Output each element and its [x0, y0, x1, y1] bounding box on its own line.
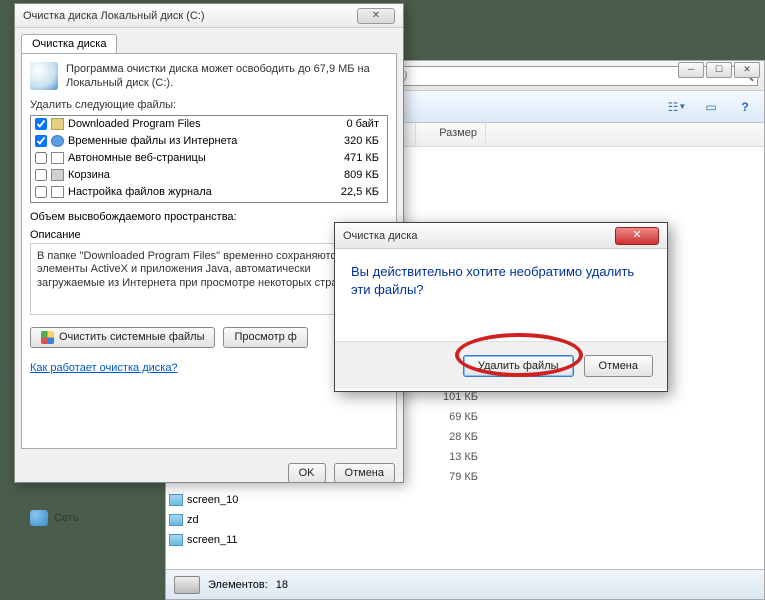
view-files-button[interactable]: Просмотр ф: [223, 327, 307, 348]
list-item[interactable]: screen_11: [165, 530, 238, 550]
cleanup-item[interactable]: Временные файлы из Интернета320 КБ: [31, 133, 387, 150]
tab-cleanup[interactable]: Очистка диска: [21, 34, 117, 53]
cleanup-checkbox[interactable]: [35, 118, 47, 130]
clean-system-files-button[interactable]: Очистить системные файлы: [30, 327, 215, 348]
file-type-icon: [51, 186, 64, 198]
image-file-icon: [169, 494, 183, 506]
confirm-title: Очистка диска: [343, 230, 615, 242]
close-icon[interactable]: ✕: [357, 8, 395, 24]
cleanup-file-list[interactable]: Downloaded Program Files0 байтВременные …: [30, 115, 388, 203]
image-file-icon: [169, 534, 183, 546]
list-item[interactable]: screen_10: [165, 490, 238, 510]
cleanup-item[interactable]: Автономные веб-страницы471 КБ: [31, 150, 387, 167]
shield-icon: [41, 331, 54, 344]
disk-cleanup-icon: [30, 62, 58, 90]
how-cleanup-works-link[interactable]: Как работает очистка диска?: [30, 362, 178, 374]
preview-pane-icon[interactable]: ▭: [700, 97, 722, 117]
file-type-icon: [51, 152, 64, 164]
view-options-icon[interactable]: ☷ ▼: [666, 97, 688, 117]
cleanup-checkbox[interactable]: [35, 152, 47, 164]
file-type-icon: [51, 118, 64, 130]
file-type-icon: [51, 169, 64, 181]
status-label: Элементов:: [208, 579, 268, 591]
cleanup-item[interactable]: Корзина809 КБ: [31, 167, 387, 184]
network-icon: [30, 510, 48, 526]
minimize-button[interactable]: ─: [678, 62, 704, 78]
intro-text: Программа очистки диска может освободить…: [66, 62, 388, 91]
maximize-button[interactable]: ☐: [706, 62, 732, 78]
list-item[interactable]: zd: [165, 510, 238, 530]
ok-button[interactable]: OK: [288, 463, 326, 483]
delete-files-label: Удалить следующие файлы:: [30, 99, 388, 111]
help-icon[interactable]: ?: [734, 97, 756, 117]
confirm-close-button[interactable]: ✕: [615, 227, 659, 245]
status-count: 18: [276, 579, 288, 591]
dialog-title: Очистка диска Локальный диск (C:): [23, 10, 357, 22]
file-type-icon: [51, 135, 64, 147]
cancel-button[interactable]: Отмена: [334, 463, 395, 483]
delete-files-button[interactable]: Удалить файлы: [463, 355, 574, 377]
column-header-size[interactable]: Размер: [416, 123, 486, 146]
cleanup-item[interactable]: Настройка файлов журнала22,5 КБ: [31, 184, 387, 201]
close-button[interactable]: ✕: [734, 62, 760, 78]
confirm-cancel-button[interactable]: Отмена: [584, 355, 653, 377]
confirm-dialog: Очистка диска ✕ Вы действительно хотите …: [334, 222, 668, 392]
drive-icon: [174, 576, 200, 594]
cleanup-checkbox[interactable]: [35, 169, 47, 181]
confirm-text: Вы действительно хотите необратимо удали…: [335, 249, 667, 341]
cleanup-item[interactable]: Downloaded Program Files0 байт: [31, 116, 387, 133]
cleanup-checkbox[interactable]: [35, 135, 47, 147]
freed-space-label: Объем высвобождаемого пространства:: [30, 211, 388, 223]
cleanup-checkbox[interactable]: [35, 186, 47, 198]
image-file-icon: [169, 514, 183, 526]
sidebar-item-network[interactable]: Сеть: [54, 512, 78, 524]
